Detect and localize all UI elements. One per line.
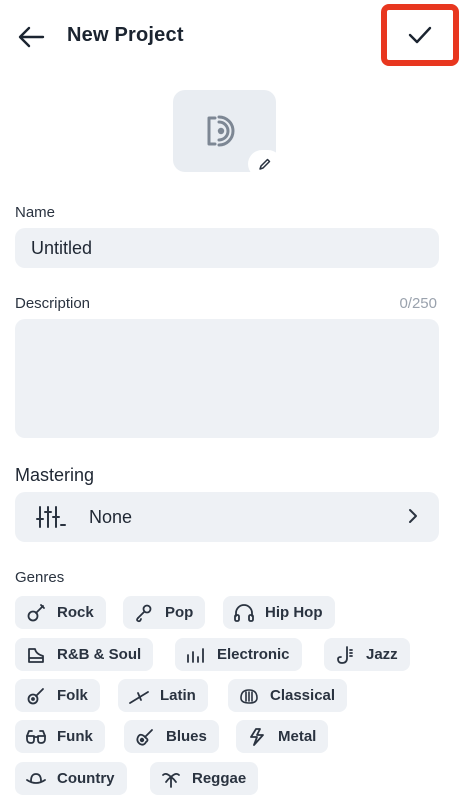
- name-label: Name: [15, 204, 56, 221]
- genre-label: Metal: [278, 728, 317, 745]
- genre-chip-metal[interactable]: Metal: [236, 720, 329, 753]
- mastering-value: None: [89, 506, 133, 527]
- sunglasses-icon: [25, 727, 47, 747]
- sliders-icon: [36, 505, 66, 529]
- acoustic-guitar-icon: [134, 727, 156, 747]
- chevron-right-icon: [407, 507, 419, 525]
- genre-chip-jazz[interactable]: Jazz: [324, 638, 410, 671]
- project-placeholder-icon: [207, 115, 234, 147]
- mastering-title: Mastering: [15, 465, 95, 485]
- genre-label: Classical: [270, 687, 336, 704]
- genre-chip-pop[interactable]: Pop: [123, 596, 206, 629]
- genre-chip-reggae[interactable]: Reggae: [150, 762, 259, 795]
- equalizer-bars-icon: [185, 645, 207, 665]
- genre-chip-latin[interactable]: Latin: [118, 679, 208, 712]
- description-counter: 0/250: [399, 295, 437, 312]
- maracas-icon: [128, 686, 150, 706]
- genre-label: Latin: [160, 687, 196, 704]
- genre-label: Rock: [57, 604, 94, 621]
- genre-chip-hip-hop[interactable]: Hip Hop: [223, 596, 335, 629]
- palm-tree-icon: [160, 769, 182, 789]
- genre-chip-folk[interactable]: Folk: [15, 679, 100, 712]
- genre-label: Reggae: [192, 770, 247, 787]
- checkmark-icon: [408, 26, 432, 44]
- lightning-icon: [246, 727, 268, 747]
- genre-chip-country[interactable]: Country: [15, 762, 127, 795]
- genre-chip-electronic[interactable]: Electronic: [175, 638, 302, 671]
- genre-chip-blues[interactable]: Blues: [124, 720, 219, 753]
- genres-label: Genres: [15, 569, 65, 586]
- headphones-icon: [233, 603, 255, 623]
- edit-artwork-button[interactable]: [250, 152, 280, 176]
- cowboy-hat-icon: [25, 769, 47, 789]
- genre-label: Hip Hop: [265, 604, 323, 621]
- genre-chip-rock[interactable]: Rock: [15, 596, 106, 629]
- genre-label: Folk: [57, 687, 88, 704]
- page-title: New Project: [67, 24, 184, 46]
- confirm-button[interactable]: [381, 4, 459, 66]
- pencil-icon: [259, 158, 271, 170]
- description-input[interactable]: [15, 319, 439, 438]
- piano-icon: [25, 645, 47, 665]
- genre-label: Country: [57, 770, 115, 787]
- genre-chip-classical[interactable]: Classical: [228, 679, 348, 712]
- banjo-icon: [25, 686, 47, 706]
- back-button[interactable]: [14, 20, 48, 54]
- header-bar: New Project: [0, 0, 459, 74]
- description-label: Description: [15, 295, 91, 312]
- saxophone-icon: [334, 645, 356, 665]
- harp-icon: [238, 686, 260, 706]
- genre-label: Funk: [57, 728, 93, 745]
- genre-label: Blues: [166, 728, 207, 745]
- arrow-left-icon: [18, 26, 45, 48]
- genre-label: Pop: [165, 604, 194, 621]
- genre-label: R&B & Soul: [57, 646, 142, 663]
- guitar-icon: [25, 603, 47, 623]
- microphone-icon: [133, 603, 155, 623]
- genre-label: Electronic: [217, 646, 290, 663]
- genre-label: Jazz: [366, 646, 398, 663]
- name-input[interactable]: Untitled: [15, 228, 439, 268]
- genre-chip-rnb-soul[interactable]: R&B & Soul: [15, 638, 154, 671]
- mastering-selector[interactable]: None: [15, 492, 439, 542]
- genre-chip-funk[interactable]: Funk: [15, 720, 105, 753]
